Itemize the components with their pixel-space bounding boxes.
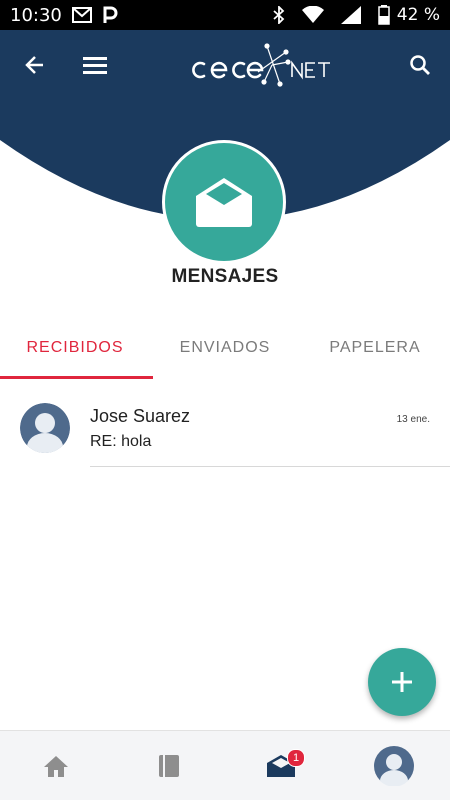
list-divider [90,466,450,467]
message-sender: Jose Suarez [90,406,191,426]
battery-icon [378,5,390,25]
book-icon [158,754,179,777]
tab-papelera[interactable]: PAPELERA [300,318,450,378]
nav-profile[interactable] [338,731,450,800]
wifi-icon [301,6,324,24]
plus-icon [392,672,412,692]
nav-messages[interactable]: 1 [225,731,338,800]
messages-header-icon [162,140,286,264]
bluetooth-icon [273,6,285,24]
search-icon [410,55,430,75]
page-title: MENSAJES [171,266,279,287]
message-list-item[interactable]: Jose Suarez RE: hola 13 ene. [0,400,450,468]
ceoe-net-logo [188,42,333,90]
back-button[interactable] [20,50,50,80]
avatar [20,403,70,453]
parking-icon [102,6,118,24]
message-tabs: RECIBIDOS ENVIADOS PAPELERA [0,318,450,378]
tab-recibidos[interactable]: RECIBIDOS [0,318,150,378]
gmail-icon [71,7,92,23]
nav-home[interactable] [0,731,113,800]
battery-percent: 42 % [396,5,440,25]
arrow-back-icon [25,56,43,74]
search-button[interactable] [405,50,435,80]
messages-badge: 1 [287,749,305,767]
home-icon [44,755,69,777]
signal-icon [340,6,361,24]
hamburger-menu-icon [83,57,107,74]
menu-button[interactable] [80,50,110,80]
tab-enviados[interactable]: ENVIADOS [150,318,300,378]
avatar-icon [373,745,414,786]
nav-book[interactable] [113,731,226,800]
status-time: 10:30 [10,4,62,26]
app-bar [0,30,450,100]
open-envelope-icon [196,178,252,227]
message-subject: RE: hola [90,433,152,450]
active-tab-indicator [0,376,153,379]
bottom-navigation: 1 [0,730,450,800]
status-bar: 10:30 42 % [0,0,450,30]
message-date: 13 ene. [396,414,430,425]
new-message-button[interactable] [368,648,436,716]
